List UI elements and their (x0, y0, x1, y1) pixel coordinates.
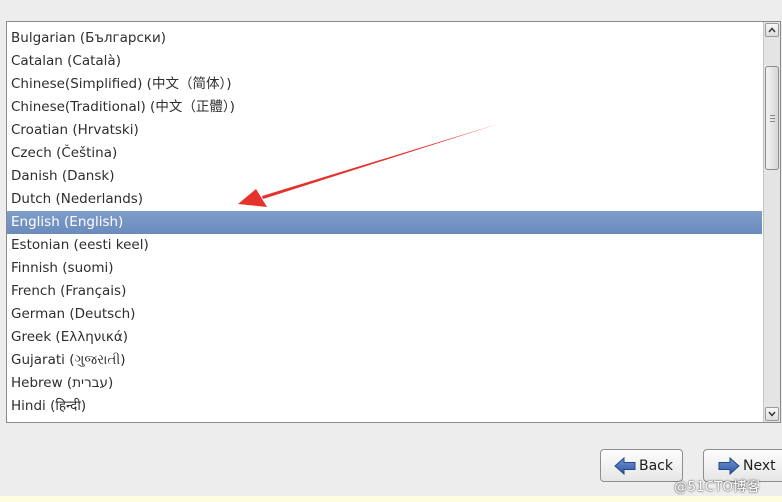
language-item-english-selected[interactable]: English (English) (7, 211, 762, 234)
language-item-hindi[interactable]: Hindi (हिन्दी) (7, 395, 762, 418)
next-button-label: Next (743, 457, 776, 474)
scroll-thumb[interactable] (765, 66, 779, 170)
language-item-greek[interactable]: Greek (Ελληνικά) (7, 326, 762, 349)
thumb-grip-line (770, 118, 775, 119)
language-item-danish[interactable]: Danish (Dansk) (7, 165, 762, 188)
chevron-up-icon (768, 27, 776, 33)
left-arrow-icon (614, 456, 636, 475)
watermark: @51CTO博客 (674, 479, 760, 495)
language-item-hebrew[interactable]: Hebrew (עברית) (7, 372, 762, 395)
thumb-grip-line (770, 121, 775, 122)
chevron-down-icon (768, 411, 776, 417)
language-item-estonian[interactable]: Estonian (eesti keel) (7, 234, 762, 257)
thumb-grip-line (770, 115, 775, 116)
scroll-down-button[interactable] (765, 407, 779, 421)
back-button[interactable]: Back (600, 449, 683, 482)
language-item-czech[interactable]: Czech (Čeština) (7, 142, 762, 165)
language-item-finnish[interactable]: Finnish (suomi) (7, 257, 762, 280)
language-item-chinese-traditional[interactable]: Chinese(Traditional) (中文（正體）) (7, 96, 762, 119)
scroll-up-button[interactable] (765, 23, 779, 37)
language-item-bulgarian[interactable]: Bulgarian (Български) (7, 27, 762, 50)
back-button-label: Back (639, 457, 673, 474)
language-item-chinese-simplified[interactable]: Chinese(Simplified) (中文（简体）) (7, 73, 762, 96)
language-list-frame: Bulgarian (Български) Catalan (Català) C… (6, 21, 781, 423)
language-item-french[interactable]: French (Français) (7, 280, 762, 303)
language-item-gujarati[interactable]: Gujarati (ગુજરાતી) (7, 349, 762, 372)
language-item-dutch[interactable]: Dutch (Nederlands) (7, 188, 762, 211)
language-item-croatian[interactable]: Croatian (Hrvatski) (7, 119, 762, 142)
right-arrow-icon (718, 456, 740, 475)
language-item-catalan[interactable]: Catalan (Català) (7, 50, 762, 73)
language-item-german[interactable]: German (Deutsch) (7, 303, 762, 326)
vertical-scrollbar[interactable] (763, 22, 780, 422)
bottom-strip (0, 496, 782, 502)
language-list[interactable]: Bulgarian (Български) Catalan (Català) C… (7, 22, 762, 422)
